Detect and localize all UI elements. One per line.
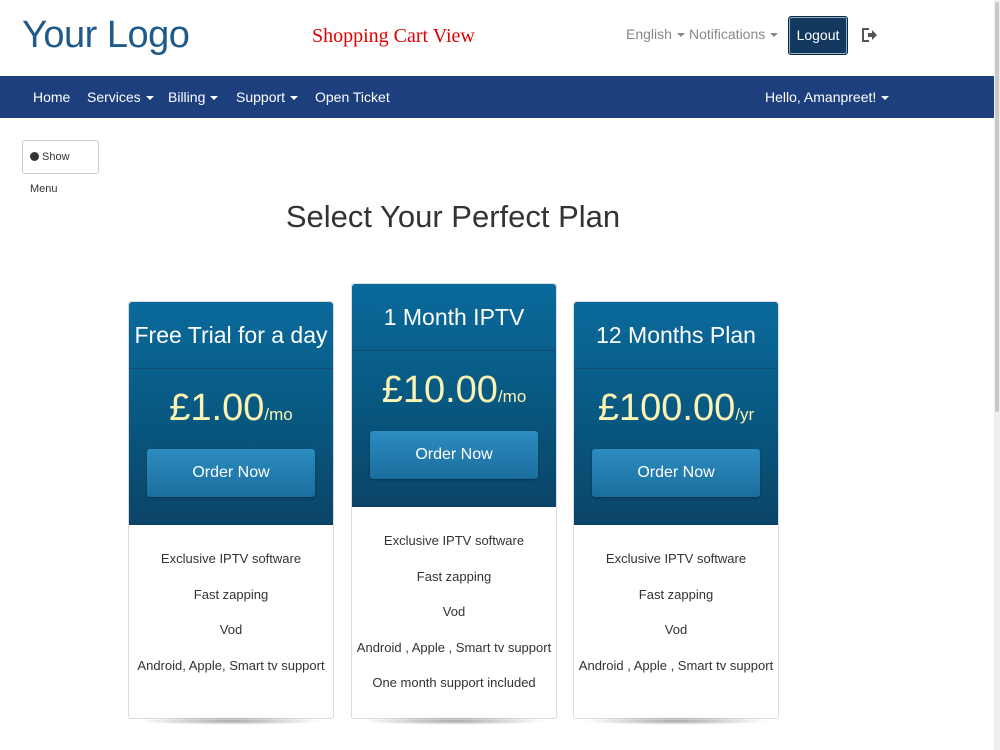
language-dropdown[interactable]: English [626,26,685,42]
plan-title: 1 Month IPTV [352,284,556,351]
price-unit: /mo [264,405,293,424]
feature-item: Fast zapping [638,586,714,602]
plan-price: £10.00/mo [352,351,556,431]
scrollbar-thumb[interactable] [995,2,999,412]
price-unit: /yr [735,405,755,424]
chevron-down-icon [881,96,890,101]
nav-support-label: Support [236,89,286,105]
plan-card-header: 12 Months Plan £100.00/yr Order Now [574,302,778,525]
user-menu[interactable]: Hello, Amanpreet! [765,89,890,105]
chevron-down-icon [290,96,299,101]
plan-title: Free Trial for a day [129,302,333,369]
nav-item-open-ticket[interactable]: Open Ticket [315,89,390,105]
nav-item-services[interactable]: Services [87,89,154,105]
page-label: Shopping Cart View [312,25,475,47]
price-amount: £100.00 [597,387,736,429]
feature-item: One month support included [372,675,536,690]
plan-card-header: Free Trial for a day £1.00/mo Order Now [129,302,333,525]
price-amount: £10.00 [381,369,498,411]
order-now-button[interactable]: Order Now [592,449,760,497]
card-shadow [583,717,769,725]
feature-item: Fast zapping [193,586,269,602]
circle-arrow-icon [30,151,39,161]
chevron-down-icon [770,33,779,38]
card-shadow [138,717,324,725]
show-menu-button[interactable]: Show Menu [22,140,99,195]
plan-features: Exclusive IPTV software Fast zapping Vod… [352,507,556,701]
feature-item: Vod [442,604,466,619]
nav-billing-label: Billing [168,89,206,105]
chevron-down-icon [210,96,219,101]
main-navbar: Home Services Billing Support Open Ticke… [0,76,994,118]
user-greeting: Hello, Amanpreet! [765,89,877,105]
feature-item: Exclusive IPTV software [383,533,525,548]
feature-item: Exclusive IPTV software [160,551,302,566]
language-label: English [626,26,672,42]
nav-item-billing[interactable]: Billing [168,89,219,105]
nav-item-home[interactable]: Home [33,89,70,105]
feature-item: Android, Apple, Smart tv support [137,657,325,673]
order-now-button[interactable]: Order Now [147,449,315,497]
plan-card-free-trial: Free Trial for a day £1.00/mo Order Now … [128,301,334,719]
chevron-down-icon [676,33,685,38]
sign-out-icon[interactable] [860,27,878,43]
plan-price: £1.00/mo [129,369,333,449]
price-amount: £1.00 [169,387,265,429]
plan-title: 12 Months Plan [574,302,778,369]
nav-item-support[interactable]: Support [236,89,299,105]
chevron-down-icon [145,96,154,101]
header: Your Logo Shopping Cart View English Not… [0,0,1000,76]
notifications-dropdown[interactable]: Notifications [689,26,779,42]
plan-price: £100.00/yr [574,369,778,449]
plan-card-12-months: 12 Months Plan £100.00/yr Order Now Excl… [573,301,779,719]
logout-button[interactable]: Logout [788,16,848,55]
feature-item: Android , Apple , Smart tv support [356,639,552,655]
plan-card-header: 1 Month IPTV £10.00/mo Order Now [352,284,556,507]
nav-services-label: Services [87,89,141,105]
feature-item: Exclusive IPTV software [605,551,747,566]
plan-card-1-month: 1 Month IPTV £10.00/mo Order Now Exclusi… [351,283,557,719]
plan-features: Exclusive IPTV software Fast zapping Vod… [129,525,333,683]
site-logo[interactable]: Your Logo [22,14,190,57]
price-unit: /mo [497,387,527,406]
feature-item: Vod [219,622,243,637]
card-shadow [361,717,547,725]
feature-item: Fast zapping [416,568,492,584]
feature-item: Vod [664,622,688,637]
order-now-button[interactable]: Order Now [370,431,538,479]
feature-item: Android , Apple , Smart tv support [578,657,774,673]
notifications-label: Notifications [689,26,766,42]
plan-features: Exclusive IPTV software Fast zapping Vod… [574,525,778,683]
page-title: Select Your Perfect Plan [285,199,621,234]
